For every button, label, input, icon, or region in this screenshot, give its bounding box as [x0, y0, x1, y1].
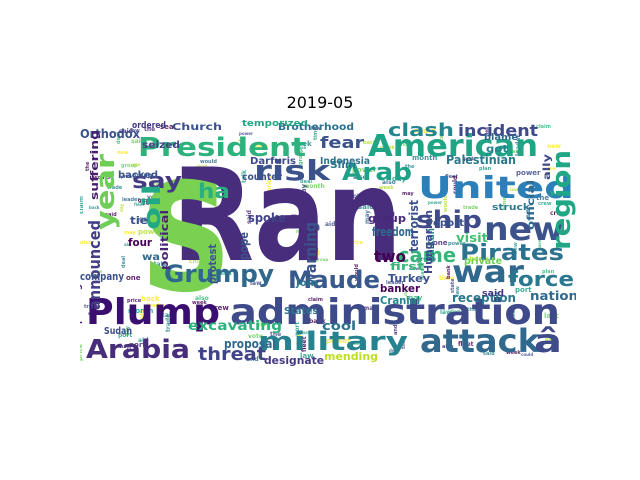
filler-word: new: [547, 143, 561, 150]
cloud-word: suffering: [88, 130, 101, 200]
cloud-word: Darfuris: [250, 156, 296, 167]
filler-word: claim: [536, 124, 551, 130]
cloud-word: struck: [492, 203, 531, 213]
cloud-word: clash: [388, 120, 454, 141]
cloud-word: ha: [198, 179, 230, 203]
cloud-word: Church: [172, 122, 222, 133]
word-cloud: groupportsaidpricepowermaytimemaymaycase…: [80, 120, 576, 368]
cloud-word: first: [390, 260, 424, 273]
cloud-word: protest: [206, 244, 219, 284]
cloud-word: said: [482, 289, 504, 299]
cloud-word: backed: [118, 170, 158, 181]
cloud-word: join: [295, 278, 318, 289]
cloud-word: announced: [85, 220, 104, 310]
cloud-word: tie: [130, 214, 148, 227]
cloud-word: force: [508, 267, 574, 291]
cloud-word: ally: [542, 153, 553, 180]
cloud-word: mending: [324, 350, 378, 363]
cloud-word: spoke: [248, 211, 286, 225]
cloud-word: Grumpy: [164, 260, 274, 288]
cloud-word: cool: [322, 319, 356, 333]
cloud-word: Palestinian: [446, 153, 516, 167]
cloud-word: company: [80, 270, 124, 283]
cloud-word: Arabia: [86, 335, 190, 365]
cloud-word: counter: [242, 172, 282, 183]
cloud-word: report: [428, 218, 464, 229]
cloud-word: wa: [142, 252, 160, 263]
filler-word: claim: [80, 196, 85, 214]
cloud-word: pope: [237, 232, 251, 260]
cloud-word: visit: [456, 231, 488, 245]
cloud-word: excavating: [188, 319, 282, 334]
cloud-word: warning: [301, 222, 320, 286]
cloud-word: Indonesia: [320, 156, 370, 167]
cloud-word: fear: [320, 133, 364, 152]
cloud-word: private: [464, 256, 502, 267]
cloud-word: got: [486, 144, 508, 155]
cloud-word: group: [368, 212, 406, 225]
cloud-word: ordered: [132, 121, 166, 131]
cloud-word: upsetting: [80, 284, 83, 330]
cloud-word: blame: [484, 133, 518, 143]
filler-word: price: [80, 344, 84, 361]
cloud-word: Sudan: [104, 326, 132, 337]
filler-word: one: [126, 274, 141, 282]
cloud-word: nation: [530, 289, 576, 303]
filler-word: may: [402, 191, 414, 197]
filler-word: deal: [121, 256, 127, 268]
cloud-word: â: [534, 322, 562, 360]
cloud-word: States: [284, 306, 318, 317]
cloud-word: terrorist: [407, 200, 421, 252]
cloud-word: banker: [380, 282, 421, 295]
figure-title: 2019-05: [286, 93, 354, 112]
cloud-word: seized: [142, 140, 180, 151]
cloud-word: temporized: [242, 120, 308, 129]
cloud-word: attack: [420, 322, 541, 360]
cloud-word: proposal: [224, 337, 276, 351]
cloud-word: four: [128, 236, 153, 249]
cloud-word: Cranial: [380, 294, 420, 307]
cloud-word: designate: [264, 354, 324, 367]
